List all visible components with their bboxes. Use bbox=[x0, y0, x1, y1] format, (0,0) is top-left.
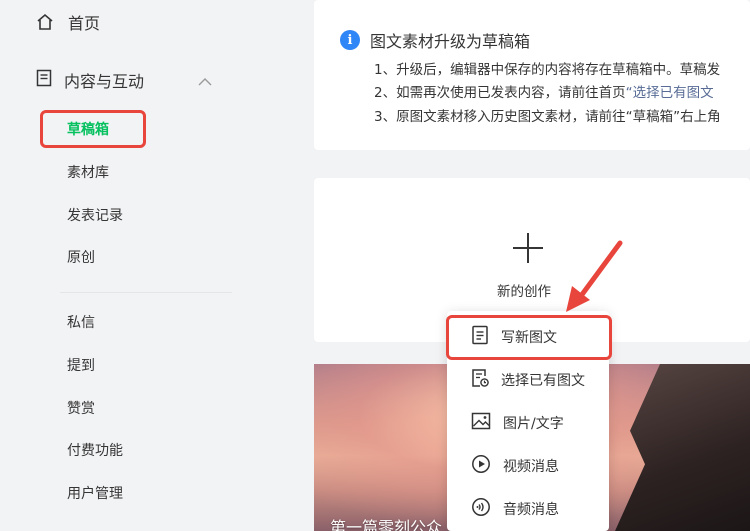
sidebar-item-rewards[interactable]: 赞赏 bbox=[67, 399, 95, 419]
sidebar-item-messages[interactable]: 私信 bbox=[67, 313, 95, 333]
info-icon: i bbox=[340, 30, 360, 50]
draft-title: 第一篇零刻公众 bbox=[330, 518, 443, 531]
sidebar-item-original[interactable]: 原创 bbox=[67, 248, 95, 268]
menu-item-video[interactable]: 视频消息 bbox=[447, 446, 609, 486]
notice-line-1: 1、升级后，编辑器中保存的内容将存在草稿箱中。草稿发 bbox=[374, 62, 721, 78]
notice-line-2-text: 2、如需再次使用已发表内容，请前往首页 bbox=[374, 85, 626, 101]
sidebar-item-user-management[interactable]: 用户管理 bbox=[67, 484, 123, 504]
notice-title: i 图文素材升级为草稿箱 bbox=[340, 29, 530, 51]
image-icon bbox=[471, 412, 491, 434]
document-icon bbox=[36, 69, 52, 91]
audio-icon bbox=[471, 497, 491, 521]
new-creation-label: 新的创作 bbox=[497, 284, 551, 300]
plus-icon[interactable] bbox=[513, 233, 543, 263]
sidebar-item-library[interactable]: 素材库 bbox=[67, 163, 109, 183]
sidebar: 首页 内容与互动 草稿箱 素材库 发表记录 原创 私信 提到 赞赏 付费功能 用… bbox=[0, 0, 290, 531]
chevron-up-icon[interactable] bbox=[198, 72, 212, 91]
nav-home-label: 首页 bbox=[68, 14, 101, 33]
select-existing-link[interactable]: “选择已有图文 bbox=[626, 85, 714, 101]
menu-item-label: 图片/文字 bbox=[503, 416, 564, 432]
sidebar-item-published[interactable]: 发表记录 bbox=[67, 206, 123, 226]
menu-item-select-existing[interactable]: 选择已有图文 bbox=[447, 360, 609, 400]
sidebar-item-drafts[interactable]: 草稿箱 bbox=[67, 120, 109, 140]
new-article-icon bbox=[471, 325, 489, 349]
menu-item-image-text[interactable]: 图片/文字 bbox=[447, 403, 609, 443]
notice-line-3: 3、原图文素材移入历史图文素材，请前往“草稿箱”右上角 bbox=[374, 109, 721, 125]
menu-item-label: 音频消息 bbox=[503, 502, 559, 518]
video-play-icon bbox=[471, 454, 491, 478]
notice-title-text: 图文素材升级为草稿箱 bbox=[370, 32, 531, 51]
menu-item-label: 选择已有图文 bbox=[501, 373, 585, 389]
sidebar-item-mentions[interactable]: 提到 bbox=[67, 356, 95, 376]
home-icon bbox=[36, 13, 54, 31]
menu-item-new-article[interactable]: 写新图文 bbox=[447, 317, 609, 357]
nav-section-content[interactable]: 内容与互动 bbox=[36, 68, 216, 92]
nav-home[interactable]: 首页 bbox=[36, 10, 100, 34]
sidebar-item-paid-features[interactable]: 付费功能 bbox=[67, 441, 123, 461]
nav-section-label: 内容与互动 bbox=[64, 72, 145, 91]
notice-line-2: 2、如需再次使用已发表内容，请前往首页“选择已有图文 bbox=[374, 83, 714, 103]
menu-item-audio[interactable]: 音频消息 bbox=[447, 489, 609, 529]
new-creation-menu: 写新图文 选择已有图文 图片/文字 视频消息 音频消息 bbox=[447, 311, 609, 531]
sidebar-divider bbox=[60, 292, 232, 293]
menu-item-label: 写新图文 bbox=[501, 330, 557, 346]
thumbnail-image bbox=[615, 364, 750, 531]
menu-item-label: 视频消息 bbox=[503, 459, 559, 475]
existing-article-icon bbox=[471, 368, 489, 392]
